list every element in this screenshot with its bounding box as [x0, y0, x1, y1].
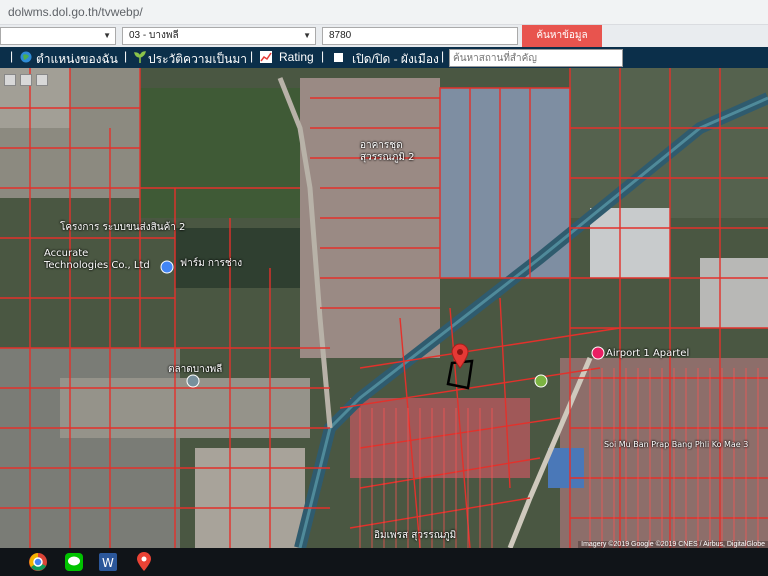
layer-checkbox[interactable] — [334, 53, 343, 62]
browser-address-bar[interactable]: dolwms.dol.go.th/tvwebp/ — [0, 0, 768, 25]
map-label: ตลาดบางพลี — [168, 364, 223, 375]
map-label: อิมเพรส สุวรรณภูมิ — [374, 530, 457, 541]
toggle-layer-label: เปิด/ปิด - ผังเมือง — [352, 52, 439, 66]
my-location-button[interactable]: ตำแหน่งของฉัน — [36, 50, 118, 69]
rating-button[interactable]: Rating — [279, 50, 314, 64]
search-button[interactable]: ค้นหาข้อมูล — [522, 25, 602, 47]
place-search-input[interactable] — [449, 49, 623, 67]
poi-hotel-icon[interactable] — [591, 346, 605, 360]
maps-icon[interactable] — [134, 552, 154, 572]
chevron-down-icon: ▼ — [303, 31, 311, 40]
parcel-number-input[interactable]: 8780 — [322, 27, 518, 45]
map-credit: Imagery ©2019 Google ©2019 CNES / Airbus… — [578, 541, 768, 548]
district-value: 03 - บางพลี — [129, 30, 179, 41]
map-label: Soi Mu Ban Prap Bang Phli Ko Mae 3 — [604, 440, 749, 449]
chevron-down-icon: ▼ — [103, 31, 111, 40]
history-button[interactable]: ประวัติความเป็นมา — [148, 50, 247, 69]
map-label: Technologies Co., Ltd — [44, 260, 150, 271]
divider: | — [124, 49, 128, 63]
map-tool-icon[interactable] — [4, 74, 16, 86]
location-marker-icon[interactable] — [451, 343, 469, 369]
map-label: Airport 1 Apartel — [606, 348, 690, 359]
divider: | — [321, 49, 325, 63]
district-select[interactable]: 03 - บางพลี ▼ — [122, 27, 316, 45]
poi-park-icon[interactable] — [534, 374, 548, 388]
poi-shop-icon[interactable] — [160, 260, 174, 274]
line-icon[interactable] — [64, 552, 84, 572]
divider: | — [10, 49, 14, 63]
url-text[interactable]: dolwms.dol.go.th/tvwebp/ — [8, 5, 143, 19]
word-icon[interactable]: W — [98, 552, 118, 572]
map-label: ฟาร์ม การช่าง — [180, 258, 243, 269]
map-label: สุวรรณภูมิ 2 — [360, 152, 415, 163]
divider: | — [250, 49, 254, 63]
map-tool-icon[interactable] — [20, 74, 32, 86]
chart-icon — [260, 51, 272, 63]
province-select[interactable]: ▼ — [0, 27, 116, 45]
os-taskbar: W — [0, 548, 768, 576]
map-toolbar: | ตำแหน่งของฉัน | ประวัติความเป็นมา | Ra… — [0, 47, 768, 68]
map-tool-icon[interactable] — [36, 74, 48, 86]
svg-text:W: W — [102, 556, 114, 570]
satellite-map[interactable]: อาคารชุด สุวรรณภูมิ 2 Accurate Technolog… — [0, 68, 768, 548]
search-row: ▼ 03 - บางพลี ▼ 8780 — [0, 25, 768, 47]
parcel-number-value: 8780 — [329, 30, 352, 41]
chrome-icon[interactable] — [28, 552, 48, 572]
map-label: โครงการ ระบบขนส่งสินค้า 2 — [60, 222, 186, 233]
divider: | — [441, 49, 445, 63]
globe-icon — [20, 51, 32, 63]
map-label: Accurate — [44, 248, 89, 259]
sprout-icon — [134, 51, 146, 63]
